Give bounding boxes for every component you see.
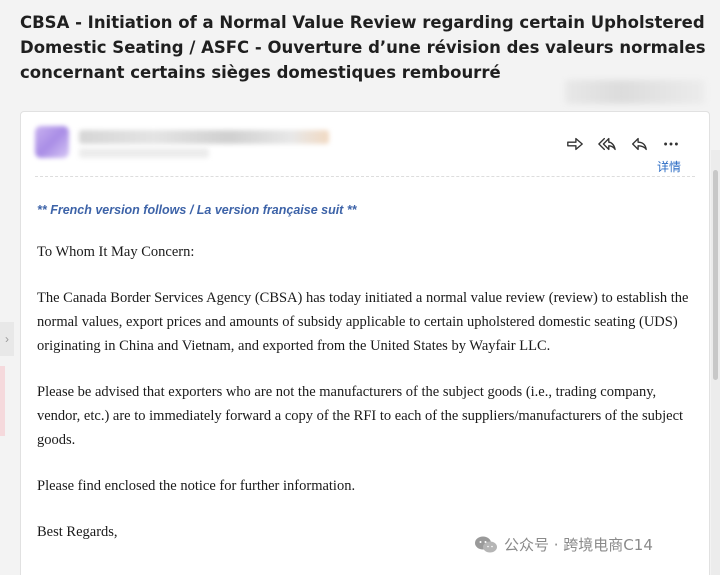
scrollbar-thumb[interactable]	[713, 170, 718, 380]
greeting: To Whom It May Concern:	[37, 244, 195, 260]
expand-panel-button[interactable]: ›	[0, 322, 14, 356]
body-paragraph-2: Please be advised that exporters who are…	[37, 384, 684, 448]
sender-name-redacted	[79, 130, 329, 144]
email-subject: CBSA - Initiation of a Normal Value Revi…	[20, 13, 706, 82]
message-actions	[565, 134, 681, 154]
body-paragraph-1: The Canada Border Services Agency (CBSA)…	[37, 290, 689, 354]
side-accent	[0, 366, 5, 436]
watermark: 公众号 · 跨境电商C14	[474, 534, 653, 555]
forward-button[interactable]	[565, 134, 585, 154]
sender-address-redacted	[79, 148, 209, 158]
forward-arrow-icon	[567, 137, 583, 151]
email-card: 详情 ** French version follows / La versio…	[20, 111, 710, 575]
header-divider	[35, 176, 695, 177]
reply-all-icon	[598, 137, 616, 151]
details-link[interactable]: 详情	[657, 158, 681, 175]
reply-icon	[632, 137, 647, 151]
reply-button[interactable]	[629, 134, 649, 154]
more-horizontal-icon	[664, 142, 678, 146]
language-notice: ** French version follows / La version f…	[37, 203, 357, 217]
redacted-area	[565, 80, 705, 104]
wechat-icon	[475, 536, 497, 552]
sender-row: 详情	[35, 126, 695, 174]
watermark-text: 公众号 · 跨境电商C14	[504, 536, 653, 554]
avatar[interactable]	[35, 126, 69, 158]
reply-all-button[interactable]	[597, 134, 617, 154]
body-paragraph-3: Please find enclosed the notice for furt…	[37, 478, 356, 494]
scrollbar[interactable]	[711, 150, 720, 575]
email-body: ** French version follows / La version f…	[37, 200, 697, 566]
more-button[interactable]	[661, 134, 681, 154]
